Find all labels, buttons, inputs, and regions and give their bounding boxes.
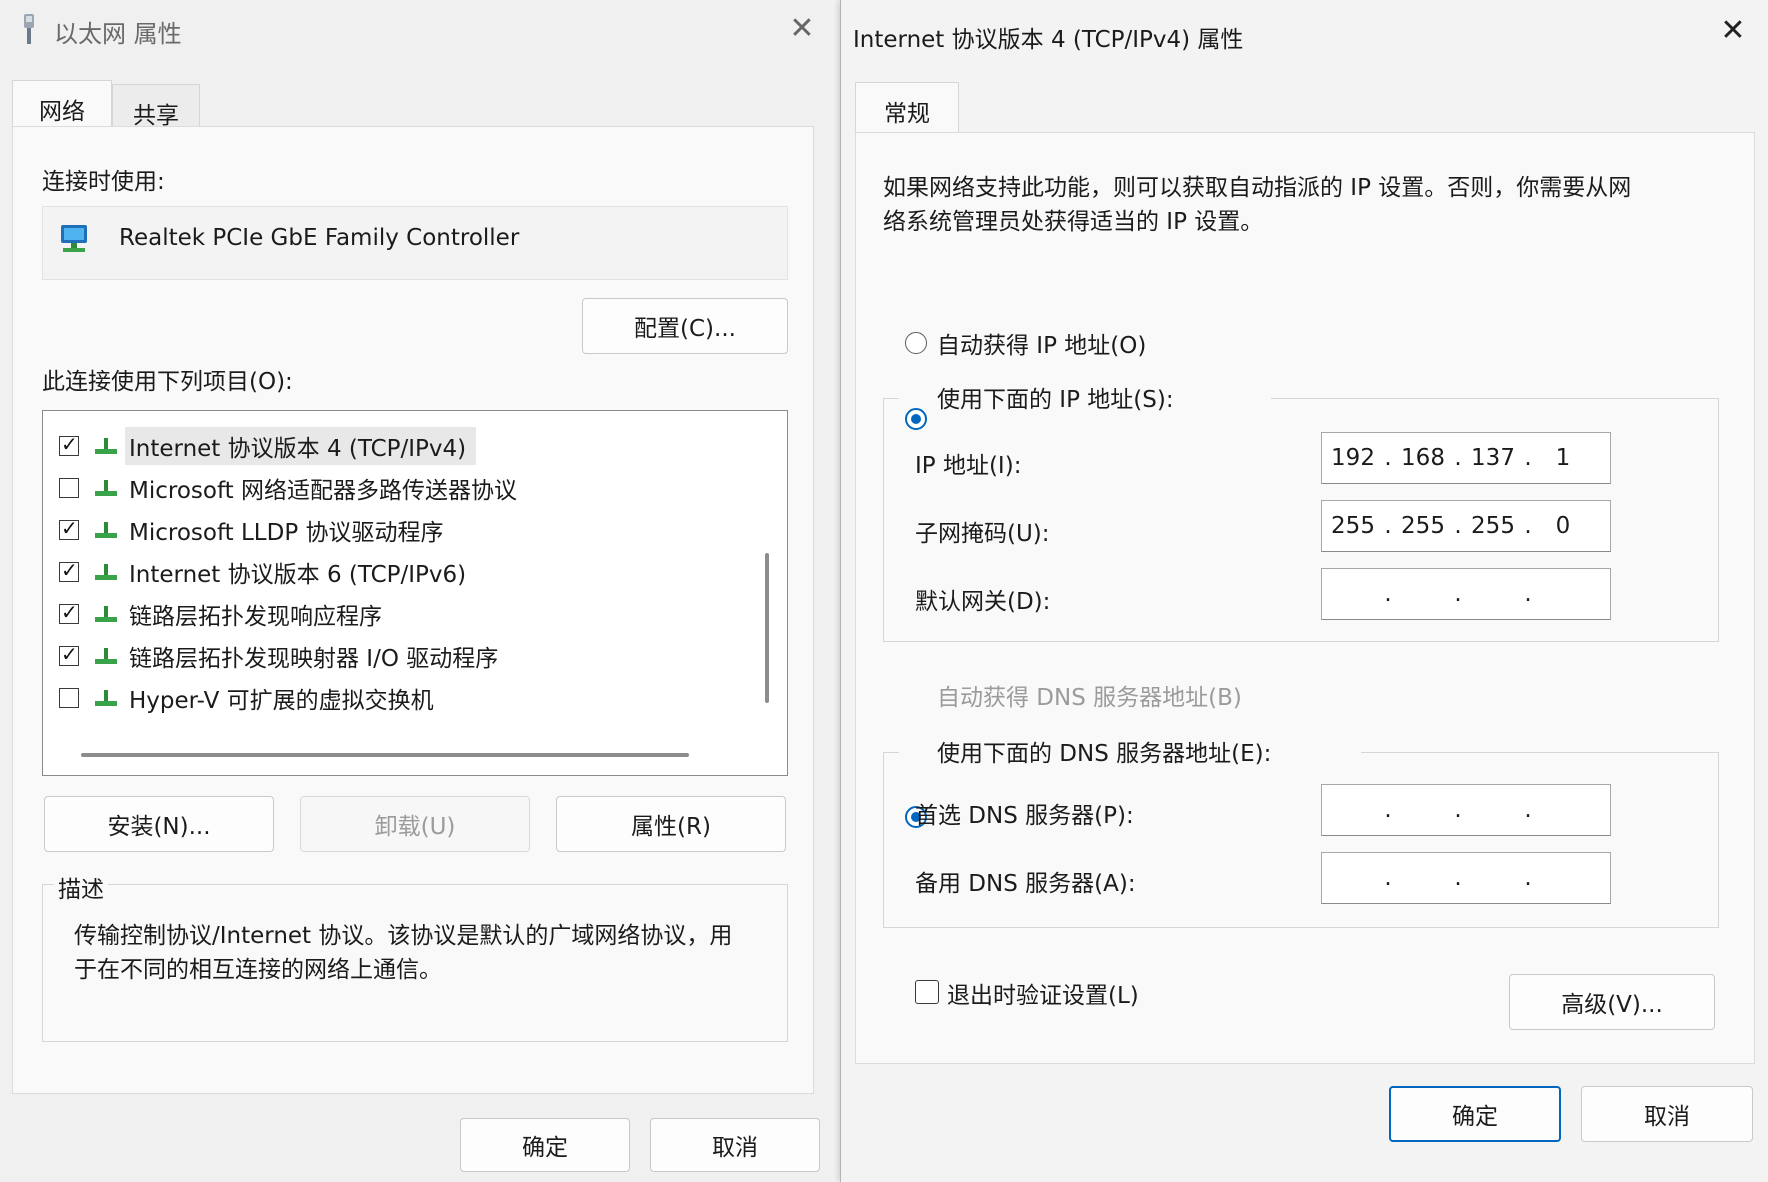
list-item[interactable]: 链路层拓扑发现映射器 I/O 驱动程序 bbox=[43, 635, 498, 677]
window-title: Internet 协议版本 4 (TCP/IPv4) 属性 bbox=[853, 27, 1244, 53]
description-text-line1: 传输控制协议/Internet 协议。该协议是默认的广域网络协议，用 bbox=[74, 923, 733, 949]
list-item[interactable]: Microsoft 网络适配器多路传送器协议 bbox=[43, 467, 517, 509]
manual-ip-radio[interactable] bbox=[905, 408, 927, 430]
item-checkbox[interactable] bbox=[59, 688, 79, 708]
ip-address-field[interactable]: 192. 168. 137. 1 bbox=[1321, 432, 1611, 484]
preferred-dns-label: 首选 DNS 服务器(P): bbox=[915, 803, 1134, 829]
tab-general-label: 常规 bbox=[884, 101, 930, 127]
protocol-icon bbox=[93, 519, 119, 541]
connect-using-label: 连接时使用: bbox=[42, 169, 165, 195]
item-label: Hyper-V 可扩展的虚拟交换机 bbox=[129, 688, 434, 714]
ip-address-label: IP 地址(I): bbox=[915, 453, 1022, 479]
intro-text-line2: 络系统管理员处获得适当的 IP 设置。 bbox=[883, 209, 1264, 235]
list-item[interactable]: Internet 协议版本 6 (TCP/IPv6) bbox=[43, 551, 466, 593]
manual-dns-label: 使用下面的 DNS 服务器地址(E): bbox=[937, 741, 1272, 767]
protocol-icon bbox=[93, 645, 119, 667]
ip-octet: 168 bbox=[1401, 445, 1445, 471]
vertical-scrollbar[interactable] bbox=[765, 553, 769, 703]
ok-button[interactable]: 确定 bbox=[1389, 1086, 1561, 1142]
adapter-box: Realtek PCIe GbE Family Controller bbox=[42, 206, 788, 280]
item-label: 链路层拓扑发现响应程序 bbox=[129, 604, 382, 630]
ip-octet: 192 bbox=[1331, 445, 1375, 471]
item-checkbox[interactable] bbox=[59, 432, 79, 456]
window-title: 以太网 属性 bbox=[54, 20, 182, 48]
subnet-octet: 0 bbox=[1555, 513, 1571, 539]
connection-items-list[interactable]: Internet 协议版本 4 (TCP/IPv4) Microsoft 网络适… bbox=[42, 410, 788, 776]
manual-ip-label: 使用下面的 IP 地址(S): bbox=[937, 387, 1174, 413]
advanced-button[interactable]: 高级(V)... bbox=[1509, 974, 1715, 1030]
item-checkbox[interactable] bbox=[59, 558, 79, 582]
alternate-dns-label: 备用 DNS 服务器(A): bbox=[915, 871, 1136, 897]
install-button[interactable]: 安装(N)... bbox=[44, 796, 274, 852]
description-text-line2: 于在不同的相互连接的网络上通信。 bbox=[74, 957, 442, 983]
configure-button[interactable]: 配置(C)... bbox=[582, 298, 788, 354]
item-label: Internet 协议版本 6 (TCP/IPv6) bbox=[129, 562, 467, 588]
items-list-label: 此连接使用下列项目(O): bbox=[42, 369, 293, 395]
preferred-dns-field[interactable]: . . . bbox=[1321, 784, 1611, 836]
item-label: 链路层拓扑发现映射器 I/O 驱动程序 bbox=[129, 646, 499, 672]
list-item[interactable]: 链路层拓扑发现响应程序 bbox=[43, 593, 382, 635]
cancel-button[interactable]: 取消 bbox=[1581, 1086, 1753, 1142]
item-checkbox[interactable] bbox=[59, 516, 79, 540]
gateway-field[interactable]: . . . bbox=[1321, 568, 1611, 620]
protocol-icon bbox=[93, 687, 119, 709]
close-icon[interactable]: ✕ bbox=[1717, 16, 1749, 50]
protocol-icon bbox=[93, 477, 119, 499]
item-checkbox[interactable] bbox=[59, 642, 79, 666]
ip-octet: 1 bbox=[1555, 445, 1571, 471]
adapter-name: Realtek PCIe GbE Family Controller bbox=[119, 225, 520, 251]
ip-octet: 137 bbox=[1471, 445, 1515, 471]
horizontal-scrollbar[interactable] bbox=[81, 753, 689, 757]
auto-dns-label: 自动获得 DNS 服务器地址(B) bbox=[937, 685, 1242, 711]
network-adapter-icon bbox=[59, 223, 93, 255]
ipv4-properties-dialog: Internet 协议版本 4 (TCP/IPv4) 属性 ✕ 常规 如果网络支… bbox=[840, 0, 1768, 1182]
subnet-octet: 255 bbox=[1401, 513, 1445, 539]
list-item[interactable]: Microsoft LLDP 协议驱动程序 bbox=[43, 509, 444, 551]
subnet-octet: 255 bbox=[1331, 513, 1375, 539]
ethernet-adapter-icon bbox=[18, 12, 40, 46]
item-checkbox[interactable] bbox=[59, 600, 79, 624]
description-title: 描述 bbox=[54, 870, 108, 904]
subnet-field[interactable]: 255. 255. 255. 0 bbox=[1321, 500, 1611, 552]
cancel-button[interactable]: 取消 bbox=[650, 1118, 820, 1172]
alternate-dns-field[interactable]: . . . bbox=[1321, 852, 1611, 904]
protocol-icon bbox=[93, 435, 119, 457]
item-label: Internet 协议版本 4 (TCP/IPv4) bbox=[125, 427, 477, 465]
subnet-octet: 255 bbox=[1471, 513, 1515, 539]
list-item[interactable]: Internet 协议版本 4 (TCP/IPv4) bbox=[43, 425, 477, 467]
protocol-icon bbox=[93, 603, 119, 625]
intro-text-line1: 如果网络支持此功能，则可以获取自动指派的 IP 设置。否则，你需要从网 bbox=[883, 175, 1632, 201]
validate-label: 退出时验证设置(L) bbox=[947, 983, 1139, 1009]
ethernet-properties-dialog: 以太网 属性 ✕ 网络 共享 连接时使用: Realtek PCIe GbE F… bbox=[0, 0, 832, 1182]
uninstall-button[interactable]: 卸载(U) bbox=[300, 796, 530, 852]
tab-network-label: 网络 bbox=[39, 99, 85, 125]
close-icon[interactable]: ✕ bbox=[788, 14, 816, 44]
validate-checkbox[interactable] bbox=[915, 980, 939, 1004]
auto-ip-label: 自动获得 IP 地址(O) bbox=[937, 333, 1147, 359]
item-label: Microsoft 网络适配器多路传送器协议 bbox=[129, 478, 517, 504]
auto-ip-radio[interactable] bbox=[905, 332, 927, 354]
ok-button[interactable]: 确定 bbox=[460, 1118, 630, 1172]
item-label: Microsoft LLDP 协议驱动程序 bbox=[129, 520, 444, 546]
gateway-label: 默认网关(D): bbox=[915, 589, 1051, 615]
item-checkbox[interactable] bbox=[59, 478, 79, 498]
properties-button[interactable]: 属性(R) bbox=[556, 796, 786, 852]
list-item[interactable]: Hyper-V 可扩展的虚拟交换机 bbox=[43, 677, 434, 719]
protocol-icon bbox=[93, 561, 119, 583]
subnet-label: 子网掩码(U): bbox=[915, 521, 1050, 547]
